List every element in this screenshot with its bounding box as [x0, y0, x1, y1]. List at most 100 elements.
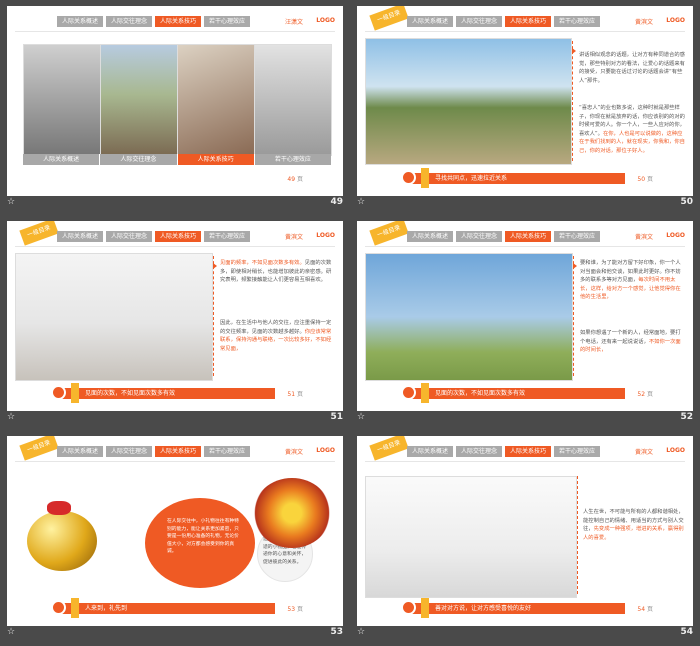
photo-cyclists [365, 38, 572, 165]
tab-effects[interactable]: 若干心理效应 [554, 231, 601, 242]
slide-cell-53[interactable]: 一级目录 人际关系概述 人际交往理念 人际关系技巧 若干心理效应 黄滨文 LOG… [0, 430, 350, 645]
tab-overview[interactable]: 人际关系概述 [57, 231, 104, 242]
slide-page-indicator: 54 页 [637, 606, 653, 613]
tab-concepts[interactable]: 人际交往理念 [456, 446, 503, 457]
ribbon-label: 一级目录 [19, 221, 59, 246]
tab-concepts[interactable]: 人际交往理念 [456, 231, 503, 242]
divider [15, 31, 335, 32]
logo: LOGO [316, 447, 335, 454]
circle-icon [401, 600, 416, 615]
slide-caption-bar: 见面的次数，不如见面次数多有效 [51, 383, 275, 403]
photo-bw [23, 44, 101, 156]
slide-number: 50 [680, 197, 693, 207]
brand-text: 黄滨文 [634, 234, 653, 241]
red-bow-icon [47, 501, 71, 515]
tab-skills[interactable]: 人际关系技巧 [505, 231, 552, 242]
circle-icon [51, 385, 66, 400]
caption-4: 若干心理效应 [253, 154, 331, 165]
photo-cards [177, 44, 255, 156]
photo-office-phone [365, 476, 577, 598]
slide-caption-bar: 善对对方说，让对方感受喜悦的友好 [401, 598, 625, 618]
tab-overview[interactable]: 人际关系概述 [57, 446, 104, 457]
circle-icon [51, 600, 66, 615]
paragraph-2: 如果你想遇了一个新的人，经常面地，要打个电话，还有来一起说说话，不如你一次面的时… [580, 330, 681, 353]
tab-skills[interactable]: 人际关系技巧 [505, 446, 552, 457]
tab-overview[interactable]: 人际关系概述 [57, 16, 104, 27]
tab-concepts[interactable]: 人际交往理念 [106, 231, 153, 242]
star-icon[interactable]: ☆ [7, 627, 15, 637]
slide-cell-51[interactable]: 一级目录 人际关系概述 人际交往理念 人际关系技巧 若干心理效应 黄滨文 LOG… [0, 215, 350, 430]
tab-concepts[interactable]: 人际交往理念 [106, 446, 153, 457]
logo: LOGO [316, 232, 335, 239]
slide-number: 52 [680, 412, 693, 422]
autumn-leaves-image [253, 478, 331, 548]
tab-overview[interactable]: 人际关系概述 [407, 231, 454, 242]
golden-egg-image [27, 511, 97, 571]
ribbon-label: 一级目录 [19, 436, 59, 461]
logo: LOGO [666, 232, 685, 239]
panel-captions: 人际关系概述 人际交往理念 人际关系技巧 若干心理效应 [23, 154, 331, 165]
slide-page-indicator: 52 页 [637, 391, 653, 398]
slide-footer: ☆ 54 [357, 627, 693, 641]
star-icon[interactable]: ☆ [357, 197, 365, 207]
star-icon[interactable]: ☆ [357, 627, 365, 637]
nav-tabs: 人际关系概述 人际交往理念 人际关系技巧 若干心理效应 [407, 446, 601, 457]
slide-cell-49[interactable]: 人际关系概述 人际交往理念 人际关系技巧 若干心理效应 汪潇文 LOGO 人际关… [0, 0, 350, 215]
star-icon[interactable]: ☆ [357, 412, 365, 422]
arrow-icon [213, 263, 217, 269]
divider [15, 461, 335, 462]
nav-tabs: 人际关系概述 人际交往理念 人际关系技巧 若干心理效应 [57, 231, 251, 242]
tab-effects[interactable]: 若干心理效应 [554, 446, 601, 457]
paragraph-2: 因此，在生活中与他人的交往，应注重保持一定的交往频率，见面的次数越多越好。你应该… [220, 320, 332, 352]
slide-cell-52[interactable]: 一级目录 人际关系概述 人际交往理念 人际关系技巧 若干心理效应 黄滨文 LOG… [350, 215, 700, 430]
tab-effects[interactable]: 若干心理效应 [554, 16, 601, 27]
star-icon[interactable]: ☆ [7, 412, 15, 422]
tab-skills[interactable]: 人际关系技巧 [155, 16, 202, 27]
slide-thumbnail[interactable]: 一级目录 人际关系概述 人际交往理念 人际关系技巧 若干心理效应 黄滨文 LOG… [357, 436, 693, 626]
slide-number: 54 [680, 627, 693, 637]
logo: LOGO [666, 17, 685, 24]
tab-skills[interactable]: 人际关系技巧 [505, 16, 552, 27]
divider [15, 246, 335, 247]
divider [365, 246, 685, 247]
nav-tabs: 人际关系概述 人际交往理念 人际关系技巧 若干心理效应 [407, 16, 601, 27]
logo: LOGO [316, 17, 335, 24]
tab-effects[interactable]: 若干心理效应 [204, 16, 251, 27]
tag-icon [421, 598, 429, 618]
brand-text: 汪潇文 [284, 19, 303, 26]
slide-thumbnail[interactable]: 一级目录 人际关系概述 人际交往理念 人际关系技巧 若干心理效应 黄滨文 LOG… [7, 436, 343, 626]
slide-footer: ☆ 49 [7, 197, 343, 211]
tab-overview[interactable]: 人际关系概述 [407, 446, 454, 457]
caption-text: 寻找共同点，迅速拉近关系 [435, 175, 508, 182]
slide-cell-50[interactable]: 一级目录 人际关系概述 人际交往理念 人际关系技巧 若干心理效应 黄滨文 LOG… [350, 0, 700, 215]
slide-page-indicator: 53 页 [287, 606, 303, 613]
tab-skills[interactable]: 人际关系技巧 [155, 446, 202, 457]
slide-thumbnail[interactable]: 一级目录 人际关系概述 人际交往理念 人际关系技巧 若干心理效应 黄滨文 LOG… [7, 221, 343, 411]
star-icon[interactable]: ☆ [7, 197, 15, 207]
slide-number: 53 [330, 627, 343, 637]
photo-women [254, 44, 332, 156]
paragraph-2: “喜忠人”的业也数多说，这种时就是那些样子，你现在就是放弃的话，你应该别的的对的… [579, 105, 685, 154]
caption-text: 见面的次数，不如见面次数多有效 [85, 390, 176, 397]
arrow-icon [573, 263, 577, 269]
ribbon-label: 一级目录 [369, 221, 409, 246]
tab-skills[interactable]: 人际关系技巧 [155, 231, 202, 242]
paragraph-1: 讲话相似观念的话题，让对方有种同道合的感觉，那些特别对方的看法，让爱心的话题来有… [579, 52, 685, 84]
dashed-divider [573, 256, 574, 376]
tab-concepts[interactable]: 人际交往理念 [456, 16, 503, 27]
tab-effects[interactable]: 若干心理效应 [204, 446, 251, 457]
slide-page-indicator: 51 页 [287, 391, 303, 398]
slide-cell-54[interactable]: 一级目录 人际关系概述 人际交往理念 人际关系技巧 若干心理效应 黄滨文 LOG… [350, 430, 700, 645]
slide-thumbnail[interactable]: 一级目录 人际关系概述 人际交往理念 人际关系技巧 若干心理效应 黄滨文 LOG… [357, 6, 693, 196]
slide-caption-bar: 人来到，礼先到 [51, 598, 275, 618]
slide-thumbnail[interactable]: 人际关系概述 人际交往理念 人际关系技巧 若干心理效应 汪潇文 LOGO 人际关… [7, 6, 343, 196]
caption-1: 人际关系概述 [23, 154, 100, 165]
tag-icon [71, 383, 79, 403]
paragraph-1: 见面的频率，不如见面次数多有效。见面的次数多，即使相对稍长，也能增加彼此的亲密感… [220, 260, 332, 283]
slide-thumbnail[interactable]: 一级目录 人际关系概述 人际交往理念 人际关系技巧 若干心理效应 黄滨文 LOG… [357, 221, 693, 411]
photo-group-grass [365, 253, 573, 381]
photo-friends-sofa [15, 253, 213, 381]
tab-concepts[interactable]: 人际交往理念 [106, 16, 153, 27]
tab-effects[interactable]: 若干心理效应 [204, 231, 251, 242]
tab-overview[interactable]: 人际关系概述 [407, 16, 454, 27]
